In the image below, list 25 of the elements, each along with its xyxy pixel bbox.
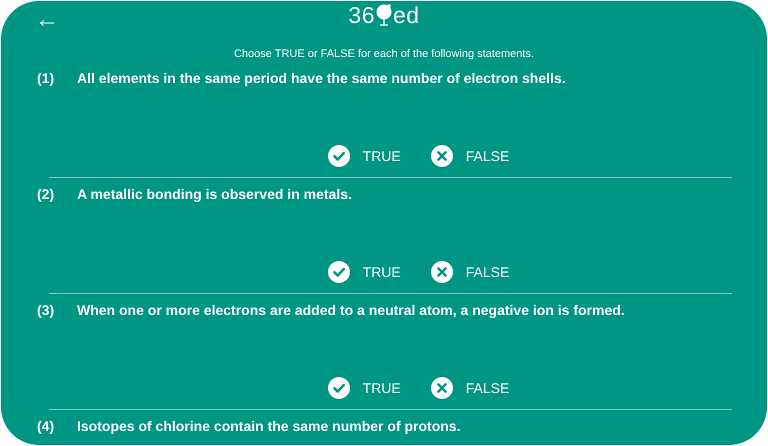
close-icon — [430, 377, 453, 399]
logo-text: ed — [393, 1, 420, 29]
logo-text: 36 — [348, 1, 375, 29]
question-number: (4) — [37, 417, 56, 436]
true-option[interactable]: TRUE — [328, 260, 401, 284]
question-text: Isotopes of chlorine contain the same number of protons. — [77, 417, 460, 436]
instruction-text: Choose TRUE or FALSE for each of the following statements. — [232, 47, 535, 62]
back-button[interactable]: ← — [31, 6, 63, 34]
true-option[interactable]: TRUE — [328, 376, 401, 400]
question-number: (3) — [37, 301, 56, 320]
check-icon — [328, 145, 350, 167]
close-icon — [430, 145, 453, 167]
close-icon — [430, 261, 453, 283]
false-option[interactable]: FALSE — [430, 144, 510, 168]
check-icon — [328, 261, 350, 283]
question-text: A metallic bonding is observed in metals. — [77, 185, 352, 204]
true-option[interactable]: TRUE — [328, 144, 401, 168]
false-option[interactable]: FALSE — [430, 376, 510, 400]
question-number: (1) — [37, 69, 56, 88]
question-text: All elements in the same period have the same number of electron shells. — [77, 69, 566, 88]
check-icon — [328, 377, 350, 399]
globe-icon — [375, 2, 393, 28]
question-number: (2) — [37, 185, 56, 204]
question-text: When one or more electrons are added to a neutral atom, a negative ion is formed. — [77, 301, 625, 320]
false-option[interactable]: FALSE — [430, 260, 510, 284]
